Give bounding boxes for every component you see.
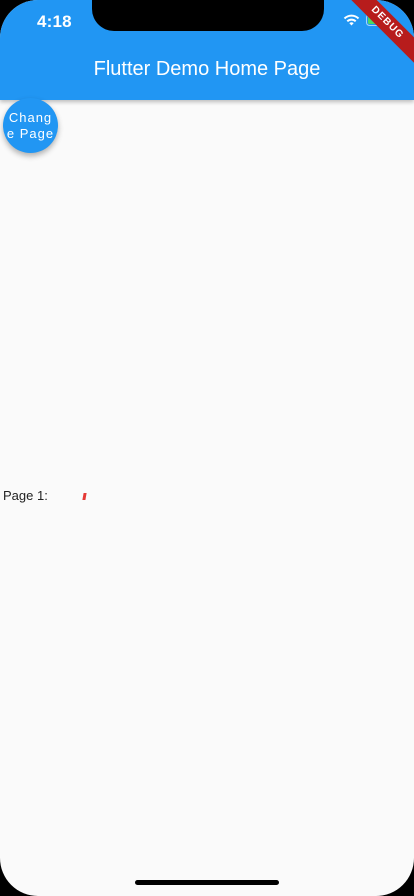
page-title: Flutter Demo Home Page <box>93 58 321 80</box>
change-page-button[interactable]: Change Page <box>3 98 58 153</box>
status-bar: 4:18 DEBUG <box>0 0 414 69</box>
device-screen: 4:18 DEBUG Flutter Demo Home Page Change… <box>0 0 414 896</box>
device-notch <box>92 0 324 31</box>
app-bar: 4:18 DEBUG Flutter Demo Home Page <box>0 0 414 100</box>
page-label: Page 1: <box>3 488 48 503</box>
home-indicator[interactable] <box>135 880 279 885</box>
wifi-icon <box>343 14 360 26</box>
status-time: 4:18 <box>37 12 72 31</box>
red-indicator-mark <box>82 493 87 500</box>
